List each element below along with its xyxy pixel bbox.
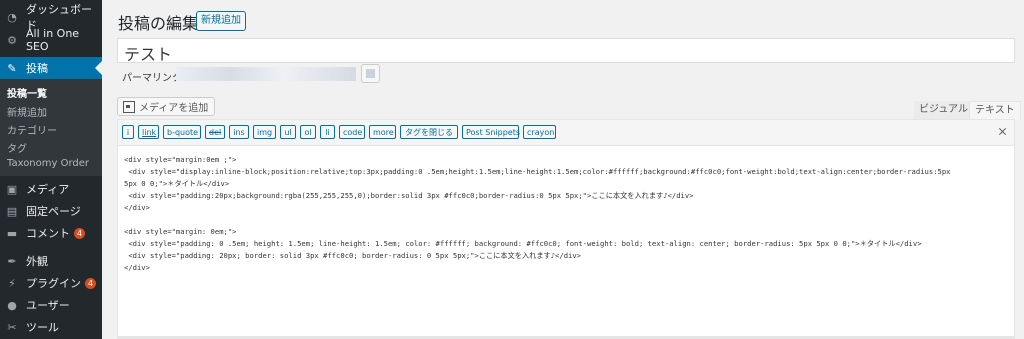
media-icon: ▣ [6, 182, 18, 196]
add-new-button[interactable]: 新規追加 [196, 11, 246, 31]
permalink-edit-icon [366, 69, 375, 78]
submenu-categories[interactable]: カテゴリー [7, 122, 57, 137]
submenu-taxonomy-order[interactable]: Taxonomy Order [7, 158, 89, 169]
menu-label: ユーザー [26, 299, 70, 312]
menu-label: プラグイン [26, 277, 81, 290]
qt-italic-button[interactable]: i [122, 125, 134, 139]
editor-content-textarea[interactable]: <div style="margin:0em ;"> <div style="d… [124, 154, 1008, 274]
qt-ul-button[interactable]: ul [280, 125, 296, 139]
qt-ol-button[interactable]: ol [300, 125, 316, 139]
menu-plugins[interactable]: ⚡ プラグイン 4 [0, 272, 102, 294]
qt-link-button[interactable]: link [138, 125, 159, 139]
pin-icon: ✎ [7, 61, 17, 75]
qt-code-button[interactable]: code [339, 125, 365, 139]
submenu-tags[interactable]: タグ [7, 140, 27, 155]
add-media-label: メディアを追加 [139, 103, 209, 114]
brush-icon: ✒ [7, 254, 17, 268]
menu-label: All in One SEO [26, 27, 80, 53]
qt-post-snippets-button[interactable]: Post Snippets [462, 125, 520, 139]
dashboard-icon: ◔ [7, 10, 17, 24]
menu-tools[interactable]: ✂ ツール [0, 316, 102, 338]
permalink-url[interactable] [176, 67, 356, 81]
qt-crayon-button[interactable]: crayon [523, 125, 556, 139]
gear-icon: ⚙ [7, 33, 17, 47]
qt-del-button[interactable]: del [205, 125, 225, 139]
wrench-icon: ✂ [7, 320, 17, 334]
posts-submenu: 投稿一覧 新規追加 カテゴリー タグ Taxonomy Order [0, 79, 102, 176]
plugin-update-badge: 4 [85, 277, 96, 289]
menu-label: コメント [26, 227, 70, 240]
page-icon: ▤ [6, 204, 18, 218]
admin-sidebar: ◔ ダッシュボード ⚙ All in One SEO ✎ 投稿 投稿一覧 新規追… [0, 0, 102, 339]
comment-count-badge: 4 [74, 227, 85, 239]
text-editor: i link b-quote del ins img ul ol li code… [117, 119, 1015, 339]
qt-more-button[interactable]: more [369, 125, 396, 139]
permalink-edit-button[interactable] [361, 64, 380, 83]
active-arrow [95, 61, 102, 75]
menu-label: 固定ページ [26, 205, 81, 218]
menu-media[interactable]: ▣ メディア [0, 178, 102, 200]
fullscreen-icon[interactable] [998, 127, 1007, 136]
user-icon: ● [7, 298, 17, 312]
menu-dashboard[interactable]: ◔ ダッシュボード [0, 3, 102, 32]
menu-all-in-one-seo[interactable]: ⚙ All in One SEO [0, 27, 102, 53]
media-icon [123, 100, 135, 113]
quicktags-toolbar: i link b-quote del ins img ul ol li code… [118, 120, 1014, 146]
menu-appearance[interactable]: ✒ 外観 [0, 250, 102, 272]
menu-label: ツール [26, 321, 59, 334]
submenu-all-posts[interactable]: 投稿一覧 [7, 85, 47, 100]
qt-close-tags-button[interactable]: タグを閉じる [400, 125, 458, 139]
menu-posts[interactable]: ✎ 投稿 [0, 57, 102, 79]
menu-users[interactable]: ● ユーザー [0, 294, 102, 316]
submenu-add-new[interactable]: 新規追加 [7, 104, 47, 119]
qt-ins-button[interactable]: ins [229, 125, 249, 139]
menu-label: 外観 [26, 255, 48, 268]
tab-visual[interactable]: ビジュアル [914, 101, 973, 119]
add-media-button[interactable]: メディアを追加 [117, 97, 216, 116]
page-title: 投稿の編集 [118, 14, 199, 33]
comment-icon: ▬ [6, 226, 18, 240]
plugin-icon: ⚡ [8, 276, 16, 290]
menu-pages[interactable]: ▤ 固定ページ [0, 200, 102, 222]
post-title-input[interactable]: テスト [117, 38, 1015, 64]
menu-label: 投稿 [26, 62, 48, 75]
qt-img-button[interactable]: img [253, 125, 276, 139]
menu-label: メディア [26, 183, 70, 196]
qt-bquote-button[interactable]: b-quote [163, 125, 201, 139]
menu-comments[interactable]: ▬ コメント 4 [0, 222, 102, 244]
qt-li-button[interactable]: li [320, 125, 335, 139]
tab-text[interactable]: テキスト [969, 101, 1021, 120]
